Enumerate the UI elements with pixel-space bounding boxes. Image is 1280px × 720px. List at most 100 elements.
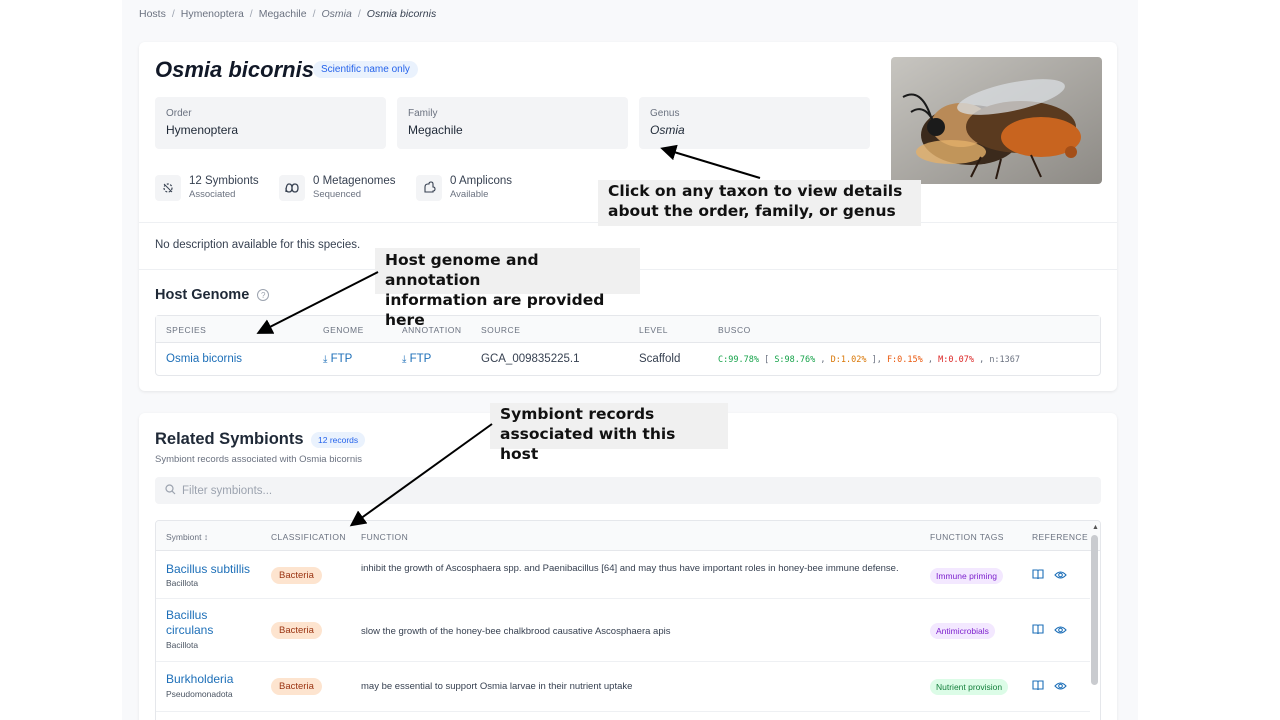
symbiont-name-link[interactable]: Bacillus circulans [166, 608, 236, 638]
help-icon[interactable]: ? [257, 289, 270, 301]
book-icon[interactable] [1032, 678, 1044, 696]
stat-amplicons: 0 Amplicons Available [416, 175, 512, 201]
records-badge: 12 records [311, 432, 366, 448]
column-header: SPECIES [166, 325, 207, 335]
column-header: FUNCTION [361, 532, 409, 542]
column-header: GENOME [323, 325, 364, 335]
busco-total: n:1367 [989, 355, 1021, 365]
eye-icon[interactable] [1054, 678, 1067, 696]
taxon-label: Family [408, 108, 438, 119]
busco-duplicated: D:1.02% [830, 355, 867, 365]
breadcrumb-separator: / [312, 8, 316, 20]
busco-single: S:98.76% [774, 355, 816, 365]
breadcrumb-genus[interactable]: Osmia [322, 8, 352, 20]
reference-actions [1032, 622, 1067, 640]
metagenome-icon [279, 175, 305, 201]
book-icon[interactable] [1032, 622, 1044, 640]
symbiont-phylum: Pseudomonadota [166, 689, 233, 699]
breadcrumb-separator: / [357, 8, 361, 20]
callout-taxon: Click on any taxon to view details about… [598, 180, 921, 226]
annotation-ftp-label: FTP [409, 353, 432, 365]
breadcrumb: Hosts / Hymenoptera / Megachile / Osmia … [139, 8, 436, 20]
species-description: No description available for this specie… [155, 239, 361, 251]
symbiont-name-link[interactable]: Burkholderia [166, 672, 233, 687]
filter-box [155, 477, 1101, 504]
breadcrumb-hosts[interactable]: Hosts [139, 8, 166, 20]
search-icon [165, 482, 176, 500]
host-genome-heading: Host Genome ? [155, 287, 270, 303]
column-header: CLASSIFICATION [271, 532, 346, 542]
symbionts-heading: Related Symbionts [155, 430, 304, 448]
genome-species-link[interactable]: Osmia bicornis [166, 353, 242, 365]
symbionts-table: Symbiont ↕ CLASSIFICATION FUNCTION FUNCT… [155, 520, 1101, 720]
symbiont-phylum: Bacillota [166, 640, 199, 650]
stat-caption: Associated [189, 189, 236, 200]
stat-metagenomes: 0 Metagenomes Sequenced [279, 175, 395, 201]
classification-badge: Bacteria [271, 678, 322, 695]
download-icon: ⤓ [402, 354, 407, 365]
eye-icon[interactable] [1054, 622, 1067, 640]
eye-icon[interactable] [1054, 567, 1067, 585]
function-text: may be essential to support Osmia larvae… [361, 681, 633, 692]
table-row: Bacillus circulans Bacillota Bacteria sl… [156, 599, 1090, 662]
table-row: Bacillus subtillis Bacillota Bacteria in… [156, 552, 1090, 599]
breadcrumb-family[interactable]: Megachile [259, 8, 307, 20]
scroll-up-arrow[interactable]: ▲ [1092, 524, 1099, 531]
filter-symbionts-input[interactable] [182, 484, 1082, 497]
table-row: Burkholderia Pseudomonadota Bacteria may… [156, 662, 1090, 712]
stat-caption: Available [450, 189, 489, 200]
book-icon[interactable] [1032, 567, 1044, 585]
taxon-genus[interactable]: Genus Osmia [639, 97, 870, 149]
reference-actions [1032, 678, 1067, 696]
stat-count: 0 Amplicons [450, 175, 513, 187]
genome-source: GCA_009835225.1 [481, 353, 580, 365]
host-genome-title: Host Genome [155, 287, 250, 303]
busco-missing: M:0.07% [938, 355, 974, 365]
table-header: Symbiont ↕ CLASSIFICATION FUNCTION FUNCT… [156, 521, 1100, 551]
reference-actions [1032, 567, 1067, 585]
function-tag: Nutrient provision [930, 679, 1009, 695]
classification-badge: Bacteria [271, 622, 322, 639]
taxon-value: Megachile [408, 123, 463, 137]
taxon-order[interactable]: Order Hymenoptera [155, 97, 386, 149]
download-icon: ⤓ [323, 354, 328, 365]
symbionts-card: Related Symbionts 12 records Symbiont re… [139, 413, 1117, 720]
callout-genome: Host genome and annotation information a… [375, 248, 640, 329]
busco-complete: C:99.78% [718, 355, 759, 365]
taxon-label: Order [166, 108, 192, 119]
stat-count: 0 Metagenomes [313, 175, 396, 187]
table-scrollbar[interactable] [1091, 535, 1098, 685]
annotation-ftp-link[interactable]: ⤓ FTP [402, 353, 431, 365]
symbiont-phylum: Bacillota [166, 578, 199, 588]
busco-fragmented: F:0.15% [886, 355, 923, 365]
symbiont-icon [155, 175, 181, 201]
busco-score: C:99.78% [ S:98.76% , D:1.02% ], F:0.15%… [718, 355, 1021, 365]
breadcrumb-separator: / [171, 8, 175, 20]
genome-level: Scaffold [639, 353, 681, 365]
taxon-value: Hymenoptera [166, 123, 239, 137]
callout-symbiont: Symbiont records associated with this ho… [490, 403, 728, 463]
column-header: REFERENCE [1032, 532, 1089, 542]
column-header: LEVEL [639, 325, 668, 335]
breadcrumb-order[interactable]: Hymenoptera [181, 8, 244, 20]
column-label: Symbiont [166, 532, 202, 542]
symbiont-name-link[interactable]: Bacillus subtillis [166, 562, 250, 577]
sort-icon: ↕ [203, 532, 209, 542]
taxon-family[interactable]: Family Megachile [397, 97, 628, 149]
symbionts-subtitle: Symbiont records associated with Osmia b… [155, 454, 362, 465]
host-photo [891, 57, 1102, 184]
stat-caption: Sequenced [313, 189, 362, 200]
function-tag: Antimicrobials [930, 623, 995, 639]
column-header: BUSCO [718, 325, 751, 335]
host-genome-table: SPECIES GENOME ANNOTATION SOURCE LEVEL B… [155, 315, 1101, 376]
function-text: slow the growth of the honey-bee chalkbr… [361, 626, 671, 637]
taxon-value: Osmia [650, 123, 685, 137]
column-header-symbiont[interactable]: Symbiont ↕ [166, 532, 208, 542]
breadcrumb-separator: / [249, 8, 253, 20]
genome-ftp-label: FTP [330, 353, 353, 365]
function-text: inhibit the growth of Ascosphaera spp. a… [361, 563, 899, 574]
genome-ftp-link[interactable]: ⤓ FTP [323, 353, 352, 365]
column-header: FUNCTION TAGS [930, 532, 1004, 542]
classification-badge: Bacteria [271, 567, 322, 584]
column-header: SOURCE [481, 325, 521, 335]
